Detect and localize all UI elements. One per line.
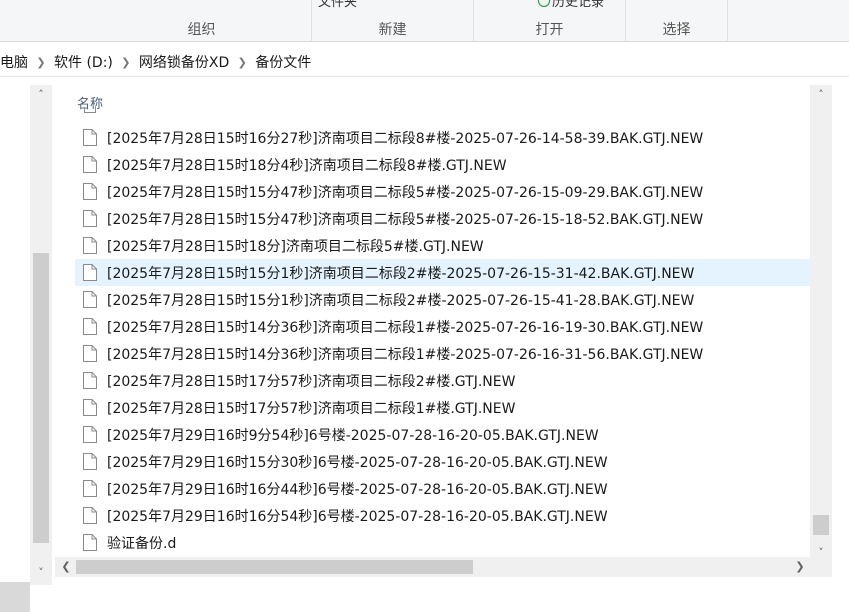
file-name: [2025年7月28日15时14分36秒]济南项目二标段1#楼-2025-07-… bbox=[107, 346, 704, 363]
ribbon-group-new: 文件夹 新建 bbox=[312, 0, 474, 41]
file-icon bbox=[83, 426, 97, 443]
list-item[interactable]: [2025年7月28日15时18分]济南项目二标段5#楼.GTJ.NEW bbox=[75, 232, 810, 259]
list-item[interactable]: [2025年7月28日15时14分36秒]济南项目二标段1#楼-2025-07-… bbox=[75, 313, 810, 340]
file-name: [2025年7月29日16时16分54秒]6号楼-2025-07-28-16-2… bbox=[107, 508, 608, 525]
partial-list-item[interactable] bbox=[75, 107, 810, 117]
file-icon bbox=[83, 264, 97, 281]
chevron-right-icon[interactable]: ❯ bbox=[792, 559, 808, 575]
ribbon-label-open: 打开 bbox=[535, 22, 564, 38]
horizontal-scrollbar-thumb[interactable] bbox=[76, 560, 473, 574]
list-item[interactable]: [2025年7月29日16时16分54秒]6号楼-2025-07-28-16-2… bbox=[75, 502, 810, 529]
nav-scrollbar-thumb[interactable] bbox=[33, 253, 49, 543]
file-name: 验证备份.d bbox=[107, 535, 177, 552]
file-name: [2025年7月28日15时14分36秒]济南项目二标段1#楼-2025-07-… bbox=[107, 319, 704, 336]
chevron-right-icon[interactable]: ❯ bbox=[119, 56, 133, 69]
list-item[interactable]: [2025年7月28日15时17分57秒]济南项目二标段1#楼.GTJ.NEW bbox=[75, 394, 810, 421]
file-icon bbox=[83, 480, 97, 497]
history-button[interactable]: 历史记录 bbox=[538, 0, 604, 10]
list-item[interactable]: [2025年7月29日16时9分54秒]6号楼-2025-07-28-16-20… bbox=[75, 421, 810, 448]
file-name: [2025年7月28日15时18分]济南项目二标段5#楼.GTJ.NEW bbox=[107, 238, 484, 255]
nav-selected-item[interactable] bbox=[0, 582, 30, 612]
chevron-up-icon[interactable]: ˄ bbox=[33, 87, 49, 103]
list-item[interactable]: [2025年7月28日15时15分47秒]济南项目二标段5#楼-2025-07-… bbox=[75, 205, 810, 232]
chevron-right-icon[interactable]: ❯ bbox=[235, 56, 249, 69]
chevron-left-icon[interactable]: ❮ bbox=[58, 559, 74, 575]
file-name: [2025年7月28日15时15分47秒]济南项目二标段5#楼-2025-07-… bbox=[107, 184, 704, 201]
chevron-right-icon[interactable]: ❯ bbox=[34, 56, 48, 69]
ribbon-group-open: 历史记录 打开 bbox=[474, 0, 626, 41]
file-icon bbox=[83, 453, 97, 470]
file-icon bbox=[83, 345, 97, 362]
file-name: [2025年7月28日15时15分1秒]济南项目二标段2#楼-2025-07-2… bbox=[107, 265, 695, 282]
file-icon bbox=[83, 237, 97, 254]
nav-vertical-scrollbar[interactable]: ˄ ˅ bbox=[30, 85, 52, 585]
ribbon-label-select: 选择 bbox=[662, 22, 691, 38]
list-item[interactable]: [2025年7月28日15时18分4秒]济南项目二标段8#楼.GTJ.NEW bbox=[75, 151, 810, 178]
file-icon bbox=[83, 156, 97, 173]
ribbon-label-organize: 组织 bbox=[187, 22, 216, 38]
breadcrumb-item-backup-root[interactable]: 网络锁备份XD bbox=[133, 52, 235, 72]
file-name: [2025年7月28日15时16分27秒]济南项目二标段8#楼-2025-07-… bbox=[107, 130, 704, 147]
file-icon bbox=[83, 129, 97, 146]
file-list[interactable]: [2025年7月28日15时16分27秒]济南项目二标段8#楼-2025-07-… bbox=[75, 107, 810, 557]
address-bar[interactable]: 电脑 ❯ 软件 (D:) ❯ 网络锁备份XD ❯ 备份文件 bbox=[0, 42, 849, 77]
file-icon bbox=[83, 507, 97, 524]
file-name: [2025年7月29日16时16分44秒]6号楼-2025-07-28-16-2… bbox=[107, 481, 608, 498]
breadcrumb-item-drive-d[interactable]: 软件 (D:) bbox=[48, 52, 119, 72]
vertical-scrollbar-thumb[interactable] bbox=[813, 515, 829, 535]
file-list-pane[interactable]: 名称 [2025年7月28日15时16分27秒]济南项目二标段8#楼-2025-… bbox=[55, 77, 849, 589]
scrollbar-corner bbox=[810, 557, 832, 577]
ribbon-group-organize: 组织 bbox=[92, 0, 312, 41]
list-item[interactable]: [2025年7月28日15时15分1秒]济南项目二标段2#楼-2025-07-2… bbox=[75, 259, 810, 286]
file-icon bbox=[83, 291, 97, 308]
list-item[interactable]: [2025年7月29日16时16分44秒]6号楼-2025-07-28-16-2… bbox=[75, 475, 810, 502]
file-icon bbox=[83, 183, 97, 200]
breadcrumb-item-backup-files[interactable]: 备份文件 bbox=[249, 52, 317, 72]
breadcrumb-item-computer[interactable]: 电脑 bbox=[0, 52, 34, 72]
ribbon: 组织 文件夹 新建 历史记录 打开 选择 bbox=[0, 0, 849, 42]
file-name: [2025年7月28日15时17分57秒]济南项目二标段1#楼.GTJ.NEW bbox=[107, 400, 516, 417]
file-name: [2025年7月29日16时9分54秒]6号楼-2025-07-28-16-20… bbox=[107, 427, 599, 444]
chevron-down-icon[interactable]: ˅ bbox=[33, 565, 49, 581]
file-icon bbox=[83, 534, 97, 551]
file-name: [2025年7月28日15时18分4秒]济南项目二标段8#楼.GTJ.NEW bbox=[107, 157, 507, 174]
list-item[interactable]: [2025年7月28日15时17分57秒]济南项目二标段2#楼.GTJ.NEW bbox=[75, 367, 810, 394]
list-item[interactable]: [2025年7月28日15时14分36秒]济南项目二标段1#楼-2025-07-… bbox=[75, 340, 810, 367]
navigation-pane[interactable]: ˄ ˅ bbox=[0, 77, 55, 612]
history-label: 历史记录 bbox=[552, 0, 605, 10]
file-icon bbox=[83, 318, 97, 335]
list-item[interactable]: [2025年7月28日15时15分1秒]济南项目二标段2#楼-2025-07-2… bbox=[75, 286, 810, 313]
file-icon bbox=[84, 107, 96, 113]
file-name: [2025年7月28日15时15分1秒]济南项目二标段2#楼-2025-07-2… bbox=[107, 292, 695, 309]
file-name: [2025年7月28日15时15分47秒]济南项目二标段5#楼-2025-07-… bbox=[107, 211, 704, 228]
vertical-scrollbar[interactable]: ˄ ˅ bbox=[810, 85, 832, 565]
file-icon bbox=[83, 210, 97, 227]
list-item[interactable]: 验证备份.d bbox=[75, 529, 810, 556]
history-icon bbox=[538, 0, 550, 7]
chevron-up-icon[interactable]: ˄ bbox=[813, 87, 829, 103]
list-item[interactable]: [2025年7月28日15时16分27秒]济南项目二标段8#楼-2025-07-… bbox=[75, 124, 810, 151]
horizontal-scrollbar[interactable]: ❮ ❯ bbox=[55, 557, 810, 577]
file-name: [2025年7月28日15时17分57秒]济南项目二标段2#楼.GTJ.NEW bbox=[107, 373, 516, 390]
breadcrumb: 电脑 ❯ 软件 (D:) ❯ 网络锁备份XD ❯ 备份文件 bbox=[0, 52, 317, 72]
file-icon bbox=[83, 372, 97, 389]
ribbon-label-new: 新建 bbox=[378, 22, 407, 38]
ribbon-group-select: 选择 bbox=[626, 0, 728, 41]
list-item[interactable]: [2025年7月29日16时15分30秒]6号楼-2025-07-28-16-2… bbox=[75, 448, 810, 475]
new-folder-button[interactable]: 文件夹 bbox=[318, 0, 357, 10]
list-item[interactable]: [2025年7月28日15时15分47秒]济南项目二标段5#楼-2025-07-… bbox=[75, 178, 810, 205]
file-icon bbox=[83, 399, 97, 416]
file-name: [2025年7月29日16时15分30秒]6号楼-2025-07-28-16-2… bbox=[107, 454, 608, 471]
